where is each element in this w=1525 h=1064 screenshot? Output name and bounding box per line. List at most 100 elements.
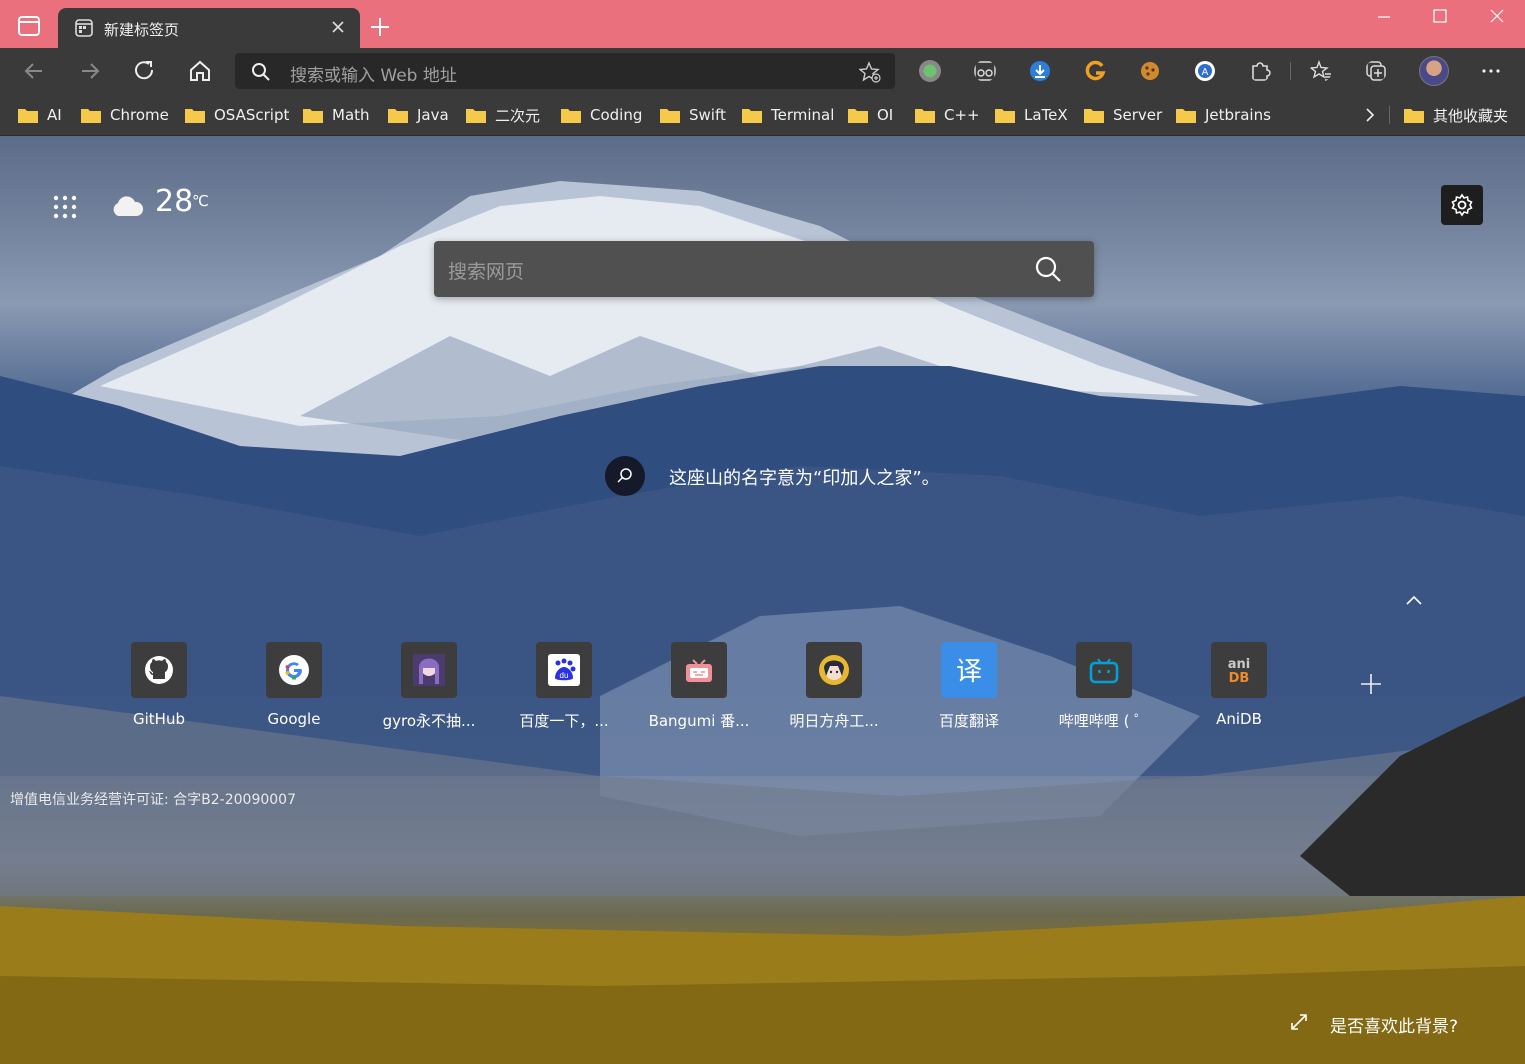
bookmark-folder[interactable]: Server [1084, 105, 1162, 125]
download-extension-icon[interactable] [1029, 60, 1051, 82]
gear-icon [1451, 193, 1473, 217]
bilibili-icon [1076, 642, 1132, 698]
bookmark-folder[interactable]: C++ [915, 105, 980, 125]
bookmark-folder[interactable]: Coding [561, 105, 642, 125]
license-text[interactable]: 增值电信业务经营许可证: 合字B2-20090007 [10, 789, 296, 809]
minimize-icon[interactable] [1370, 6, 1398, 28]
other-favorites-folder[interactable]: 其他收藏夹 [1404, 105, 1508, 125]
bookmark-folder[interactable]: 二次元 [466, 105, 540, 125]
bookmark-folder[interactable]: Math [303, 105, 370, 125]
collections-icon[interactable] [1365, 60, 1387, 82]
quick-link-gyro[interactable]: gyro永不抽... [365, 642, 485, 732]
bookmark-label: OI [877, 106, 894, 124]
new-tab-page-icon [75, 19, 93, 37]
folder-icon [561, 107, 581, 123]
bookmark-folder[interactable]: Java [388, 105, 449, 125]
extensions-puzzle-icon[interactable] [1249, 60, 1271, 82]
folder-icon [388, 107, 408, 123]
quick-link-label: 哔哩哔哩 ( ゜ [1058, 712, 1150, 730]
chevron-right-icon[interactable] [1361, 106, 1379, 124]
bookmark-label: AI [47, 106, 62, 124]
arknights-icon [806, 642, 862, 698]
bookmark-label: 二次元 [495, 106, 541, 125]
folder-icon [81, 107, 101, 123]
search-icon [252, 63, 270, 81]
folder-icon [185, 107, 205, 123]
quick-link-bilibili[interactable]: 哔哩哔哩 ( ゜ [1040, 642, 1160, 732]
folder-icon [915, 107, 935, 123]
svg-text:DB: DB [1229, 671, 1250, 686]
quick-link-label: GitHub [133, 710, 185, 728]
google-icon [266, 642, 322, 698]
temperature-value[interactable]: 28 [155, 184, 193, 219]
translate-extension-icon[interactable]: A [1194, 60, 1216, 82]
more-menu-icon[interactable] [1480, 60, 1502, 82]
favorites-icon[interactable] [1310, 60, 1332, 82]
bookmark-folder[interactable]: OSAScript [185, 105, 289, 125]
glasses-extension-icon[interactable] [974, 60, 996, 82]
new-tab-icon[interactable] [368, 15, 392, 39]
image-info-button[interactable] [605, 456, 645, 496]
bookmark-folder[interactable]: OI [848, 105, 893, 125]
like-background-prompt[interactable]: 是否喜欢此背景? [1330, 1012, 1458, 1037]
svg-text:du: du [560, 671, 569, 680]
address-placeholder: 搜索或输入 Web 地址 [290, 66, 457, 86]
quick-link-label: 明日方舟工... [789, 712, 879, 730]
profile-avatar[interactable] [1419, 56, 1449, 86]
quick-link-anidb[interactable]: ani DB AniDB [1175, 642, 1295, 732]
bookmark-label: Chrome [110, 106, 169, 124]
bookmark-folder[interactable]: Terminal [742, 105, 834, 125]
refresh-icon[interactable] [132, 58, 158, 84]
quick-link-arknights[interactable]: 明日方舟工... [770, 642, 890, 732]
cookie-extension-icon[interactable] [1139, 60, 1161, 82]
new-tab-page: 28 ℃ 搜索网页 这座山的名字意为“印加人之家”。 GitHub Google… [0, 136, 1525, 1064]
quick-link-github[interactable]: GitHub [95, 642, 215, 732]
close-window-icon[interactable] [1483, 6, 1511, 28]
svg-text:ani: ani [1228, 657, 1250, 672]
bookmark-label: Coding [590, 106, 643, 124]
cloud-icon[interactable] [110, 194, 144, 218]
home-icon[interactable] [187, 58, 213, 84]
temperature-unit: ℃ [192, 192, 209, 210]
quick-link-baidu-translate[interactable]: 译 百度翻译 [905, 642, 1025, 732]
record-extension-icon[interactable] [919, 60, 941, 82]
quick-link-label: 百度翻译 [938, 712, 999, 730]
address-bar[interactable]: 搜索或输入 Web 地址 [235, 53, 895, 89]
folder-icon [848, 107, 868, 123]
bookmark-folder[interactable]: Chrome [81, 105, 169, 125]
bookmark-folder[interactable]: LaTeX [995, 105, 1068, 125]
quick-link-google[interactable]: Google [230, 642, 350, 732]
add-quick-link-icon[interactable] [1359, 672, 1383, 696]
folder-icon [466, 107, 486, 123]
web-search-box[interactable]: 搜索网页 [434, 241, 1094, 297]
tab-new-tab[interactable]: 新建标签页 [58, 8, 360, 48]
tab-close-icon[interactable] [328, 17, 348, 37]
back-icon[interactable] [22, 58, 48, 84]
bookmark-folder[interactable]: AI [18, 105, 62, 125]
maximize-icon[interactable] [1426, 6, 1454, 28]
search-icon[interactable] [1034, 255, 1062, 283]
image-caption[interactable]: 这座山的名字意为“印加人之家”。 [669, 464, 940, 490]
quick-link-bangumi[interactable]: Bangumi 番... [635, 642, 755, 732]
quick-link-baidu[interactable]: du 百度一下，... [500, 642, 620, 732]
toolbar: 搜索或输入 Web 地址 A [0, 48, 1525, 94]
bookmarks-bar: AI Chrome OSAScript Math Java 二次元 Coding… [0, 94, 1525, 136]
app-launcher-icon[interactable] [52, 194, 78, 220]
anidb-icon: ani DB [1211, 642, 1267, 698]
add-favorite-icon[interactable] [859, 61, 881, 83]
page-settings-button[interactable] [1441, 185, 1483, 225]
bookmark-folder[interactable]: Swift [660, 105, 726, 125]
bookmark-label: Math [332, 106, 370, 124]
quick-link-label: 百度一下，... [519, 712, 609, 730]
anime-avatar-icon [401, 642, 457, 698]
title-bar: 新建标签页 [0, 0, 1525, 48]
grammarly-extension-icon[interactable] [1084, 60, 1106, 82]
chevron-up-icon[interactable] [1404, 592, 1424, 608]
sidebar-toggle-icon[interactable] [18, 16, 40, 36]
search-placeholder: 搜索网页 [448, 261, 525, 283]
forward-icon[interactable] [77, 58, 103, 84]
bookmark-label: Server [1113, 106, 1163, 124]
bookmark-folder[interactable]: Jetbrains [1176, 105, 1271, 125]
baidu-icon: du [536, 642, 592, 698]
expand-arrows-icon[interactable] [1289, 1012, 1309, 1032]
